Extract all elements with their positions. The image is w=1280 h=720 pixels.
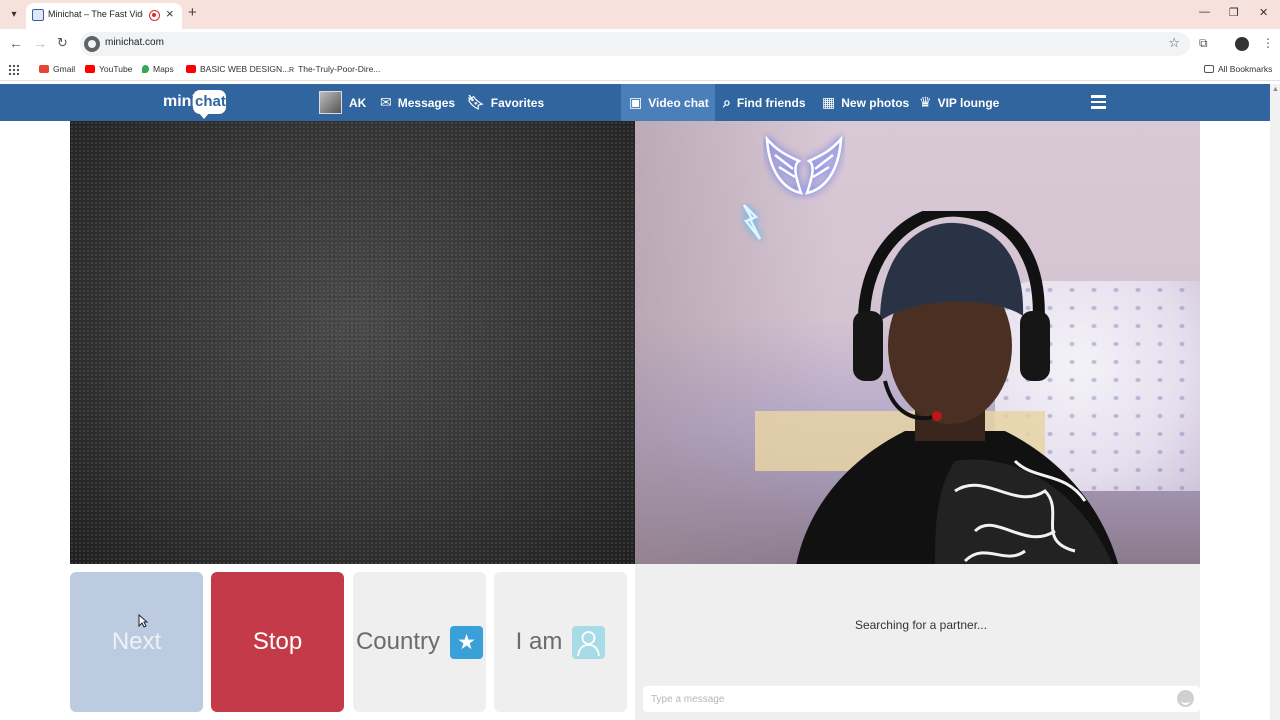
video-chat-icon: ▣ (629, 94, 643, 110)
self-video (635, 121, 1200, 564)
window-close-icon[interactable]: ✕ (1259, 6, 1268, 19)
mouse-cursor-icon (138, 614, 148, 628)
search-icon: ⌕ (723, 94, 731, 110)
minimize-icon[interactable]: — (1199, 6, 1210, 18)
envelope-icon: ✉ (380, 94, 392, 110)
page-scrollbar[interactable] (1270, 84, 1280, 720)
user-avatar-icon (572, 625, 606, 659)
close-tab-icon[interactable]: × (166, 6, 174, 21)
browser-tab-strip: ▾ Minichat – The Fast Video C × + — ❐ ✕ (0, 0, 1280, 29)
chat-status: Searching for a partner... (854, 618, 988, 632)
neon-lightning-sign (742, 204, 762, 240)
chat-panel: Searching for a partner... (635, 564, 1200, 720)
forward-icon[interactable]: → (33, 35, 47, 51)
next-button[interactable]: Next (70, 572, 203, 712)
tab-title: Minichat – The Fast Video C (48, 9, 143, 19)
bookmark-star-icon[interactable]: ☆ (1168, 35, 1180, 51)
bookmark-youtube[interactable]: YouTube (85, 64, 132, 74)
stop-button[interactable]: Stop (211, 572, 344, 712)
new-tab-icon[interactable]: + (188, 4, 197, 21)
neon-wings-sign (765, 135, 843, 195)
bookmark-maps[interactable]: Maps (142, 64, 174, 74)
address-bar[interactable]: minichat.com ☆ (80, 32, 1190, 56)
bookmarks-bar: Gmail YouTube Maps BASIC WEB DESIGN... R… (0, 59, 1280, 81)
maps-icon (142, 65, 149, 73)
nav-favorites[interactable]: 🔖︎ Favorites (467, 84, 544, 121)
hamburger-menu-icon[interactable] (1091, 95, 1106, 109)
message-input[interactable] (651, 691, 1151, 707)
bookmark-truly-poor[interactable]: R The-Truly-Poor-Dire... (289, 64, 380, 74)
nav-profile[interactable]: AK (319, 84, 366, 121)
emoji-icon[interactable] (1177, 690, 1194, 707)
photos-grid-icon: ▦ (822, 94, 836, 110)
youtube-icon (85, 65, 95, 73)
partner-video (70, 121, 635, 564)
nav-vip-lounge[interactable]: ♛ VIP lounge (919, 84, 999, 121)
profile-avatar[interactable] (1235, 37, 1249, 51)
bookmark-gmail[interactable]: Gmail (39, 64, 75, 74)
restore-icon[interactable]: ❐ (1229, 6, 1239, 19)
gmail-icon (39, 65, 49, 73)
scroll-up-arrow-icon[interactable]: ▲ (1272, 86, 1279, 93)
country-filter-button[interactable]: Country ★ (353, 572, 486, 712)
static-noise (70, 121, 635, 564)
reload-icon[interactable]: ↻ (57, 35, 68, 51)
nav-video-chat[interactable]: ▣ Video chat (621, 84, 715, 121)
webcam-person (796, 211, 1119, 564)
folder-icon (1204, 65, 1214, 73)
bookmark-site-icon: R (289, 67, 295, 74)
site-nav: mini chat AK ✉ Messages 🔖︎ Favorites ▣ V… (0, 84, 1270, 121)
bookmark-basic-web-design[interactable]: BASIC WEB DESIGN... (186, 64, 289, 74)
recording-icon (149, 10, 160, 21)
browser-toolbar: ← → ↻ minichat.com ☆ ⧉ ⋮ (0, 29, 1280, 59)
browser-menu-icon[interactable]: ⋮ (1262, 36, 1274, 50)
back-icon[interactable]: ← (9, 35, 23, 51)
apps-grid-icon[interactable] (8, 64, 19, 75)
message-input-box[interactable] (643, 686, 1200, 712)
url-text: minichat.com (105, 37, 164, 48)
site-info-icon[interactable] (84, 36, 100, 52)
star-icon: ★ (450, 625, 484, 659)
nav-messages[interactable]: ✉ Messages (380, 84, 455, 121)
tab-search-icon[interactable]: ▾ (6, 7, 22, 23)
bookmark-icon: 🔖︎ (467, 94, 485, 110)
avatar (319, 91, 342, 114)
extensions-icon[interactable]: ⧉ (1199, 36, 1208, 51)
nav-find-friends[interactable]: ⌕ Find friends (723, 84, 806, 121)
nav-new-photos[interactable]: ▦ New photos (822, 84, 909, 121)
browser-tab[interactable]: Minichat – The Fast Video C × (26, 3, 182, 29)
crown-icon: ♛ (919, 94, 932, 110)
chat-bubble-logo: chat (193, 90, 226, 119)
gender-select-button[interactable]: I am (494, 572, 627, 712)
all-bookmarks[interactable]: All Bookmarks (1204, 64, 1272, 74)
youtube-icon (186, 65, 196, 73)
site-favicon-icon (32, 9, 44, 21)
